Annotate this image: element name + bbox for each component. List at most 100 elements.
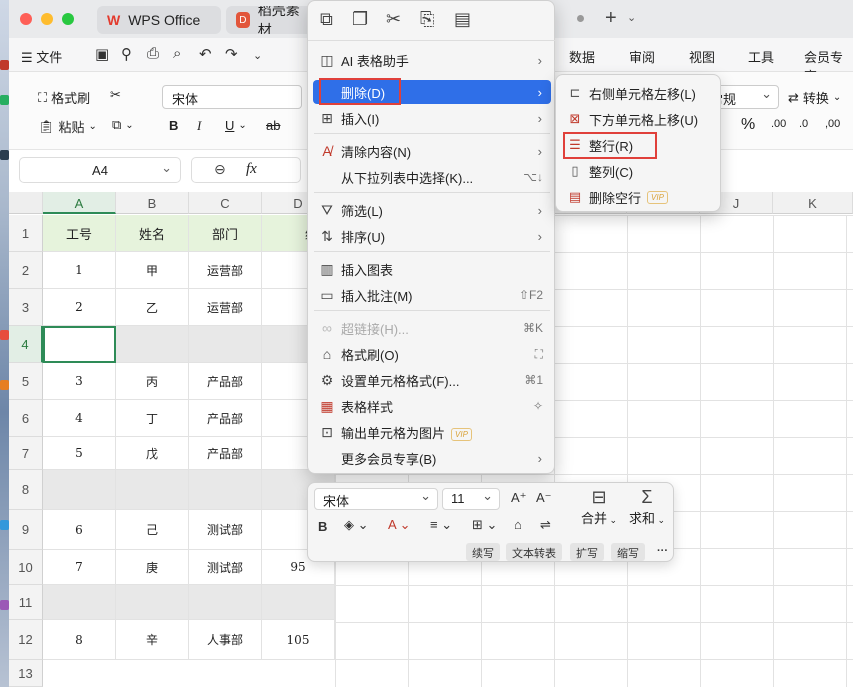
chevron-down-icon[interactable]: ⌄ xyxy=(253,49,262,62)
menu-item-more-member[interactable]: 更多会员专享(B) › xyxy=(313,446,551,470)
bold-button[interactable]: B xyxy=(318,519,327,534)
save-icon[interactable]: ▣ xyxy=(95,45,109,63)
table-cell[interactable]: 产品部 xyxy=(189,437,262,470)
table-cell[interactable]: 运营部 xyxy=(189,252,262,289)
submenu-item-delete-empty-rows[interactable]: ▤ 删除空行 VIP xyxy=(561,185,717,209)
row-header[interactable]: 2 xyxy=(9,252,43,289)
minimize-window-button[interactable] xyxy=(41,13,53,25)
row-header[interactable]: 9 xyxy=(9,510,43,550)
menu-item-export-image[interactable]: ⊡ 输出单元格为图片 VIP xyxy=(313,420,551,444)
cut-button[interactable]: ✂ xyxy=(110,87,121,103)
row-header[interactable]: 11 xyxy=(9,585,43,620)
table-cell[interactable]: 1 xyxy=(43,252,116,289)
strikethrough-button[interactable]: ab xyxy=(266,118,280,133)
menu-item-insert-comment[interactable]: ▭ 插入批注(M) ⇧F2 xyxy=(313,283,551,307)
table-cell[interactable]: 测试部 xyxy=(189,550,262,585)
table-cell[interactable]: 105 xyxy=(262,620,335,660)
table-cell[interactable]: 甲 xyxy=(116,252,189,289)
table-cell[interactable]: 6 xyxy=(43,510,116,550)
table-cell[interactable]: 庚 xyxy=(116,550,189,585)
row-header[interactable]: 7 xyxy=(9,437,43,470)
format-painter-icon[interactable]: ⌂ xyxy=(514,517,522,532)
font-color-icon[interactable]: A ⌄ xyxy=(388,517,410,533)
menu-item-insert-chart[interactable]: ▥ 插入图表 xyxy=(313,257,551,281)
name-box[interactable]: A4 xyxy=(19,157,181,183)
table-cell[interactable]: 乙 xyxy=(116,289,189,326)
tab-review[interactable]: 审阅 xyxy=(629,47,655,66)
scissors-icon[interactable]: ✂ xyxy=(386,9,401,30)
table-cell[interactable]: 7 xyxy=(43,550,116,585)
thousands-icon[interactable]: ,00 xyxy=(825,118,840,130)
table-cell[interactable] xyxy=(116,326,189,363)
table-cell[interactable]: 8 xyxy=(43,620,116,660)
corner-select-all[interactable] xyxy=(9,192,43,214)
condense-button[interactable]: 缩写 xyxy=(611,543,645,561)
row-header[interactable]: 1 xyxy=(9,215,43,252)
close-window-button[interactable] xyxy=(20,13,32,25)
table-cell[interactable]: 运营部 xyxy=(189,289,262,326)
table-cell[interactable] xyxy=(262,585,335,620)
zoom-icon[interactable]: ⊖ xyxy=(214,161,226,178)
copy-icon[interactable]: ⧉ xyxy=(320,9,333,30)
column-header-k[interactable]: K xyxy=(773,192,853,214)
table-cell[interactable]: 丙 xyxy=(116,363,189,400)
row-header[interactable]: 5 xyxy=(9,363,43,400)
row-header[interactable]: 13 xyxy=(9,660,43,687)
table-cell[interactable]: 测试部 xyxy=(189,510,262,550)
table-cell[interactable]: 4 xyxy=(43,400,116,437)
tab-docer[interactable]: D 稻壳素材 xyxy=(226,6,316,34)
active-cell-a4[interactable] xyxy=(43,326,116,363)
more-options-button[interactable]: ··· xyxy=(651,543,674,561)
tab-tools[interactable]: 工具 xyxy=(748,47,774,66)
fill-color-icon[interactable]: ◈ ⌄ xyxy=(344,517,369,533)
wrap-icon[interactable]: ⇌ xyxy=(540,517,551,533)
table-cell[interactable] xyxy=(189,585,262,620)
table-cell[interactable] xyxy=(116,470,189,510)
new-tab-button[interactable]: + xyxy=(605,7,617,30)
table-cell[interactable]: 3 xyxy=(43,363,116,400)
text-to-table-button[interactable]: 文本转表 xyxy=(506,543,562,561)
copy-button[interactable]: ⧉ ⌄ xyxy=(112,117,134,133)
table-cell[interactable]: 己 xyxy=(116,510,189,550)
ai-continue-button[interactable]: 续写 xyxy=(466,543,500,561)
header-cell[interactable]: 姓名 xyxy=(116,215,189,252)
font-name-select[interactable]: 宋体 xyxy=(162,85,302,109)
percent-button[interactable]: % xyxy=(741,116,755,134)
table-cell[interactable] xyxy=(43,470,116,510)
table-cell[interactable] xyxy=(189,470,262,510)
table-cell[interactable]: 人事部 xyxy=(189,620,262,660)
expand-button[interactable]: 扩写 xyxy=(570,543,604,561)
row-header[interactable]: 4 xyxy=(9,326,43,363)
row-header[interactable]: 3 xyxy=(9,289,43,326)
tab-data[interactable]: 数据 xyxy=(569,47,595,66)
header-cell[interactable]: 部门 xyxy=(189,215,262,252)
redo-icon[interactable]: ↷ xyxy=(225,45,238,63)
underline-button[interactable]: U ⌄ xyxy=(225,118,247,133)
tab-wps-office[interactable]: W WPS Office xyxy=(97,6,221,34)
print-preview-icon[interactable]: ⌕ xyxy=(173,45,181,62)
menu-item-format-cells[interactable]: ⚙ 设置单元格格式(F)... ⌘1 xyxy=(313,368,551,392)
align-icon[interactable]: ≡ ⌄ xyxy=(430,517,452,533)
print-icon[interactable]: ⎙ xyxy=(147,45,159,62)
convert-button[interactable]: ⇄ 转换 ⌄ xyxy=(788,88,841,107)
mini-size-select[interactable]: 11 xyxy=(442,488,500,510)
paste-special-icon[interactable]: ⎘ xyxy=(420,9,434,30)
submenu-item-entire-column[interactable]: ▯ 整列(C) xyxy=(561,159,717,183)
bold-button[interactable]: B xyxy=(169,118,178,133)
table-cell[interactable]: 丁 xyxy=(116,400,189,437)
menu-item-format-painter[interactable]: ⌂ 格式刷(O) ⛶ xyxy=(313,342,551,366)
row-header[interactable]: 6 xyxy=(9,400,43,437)
zoom-window-button[interactable] xyxy=(62,13,74,25)
border-icon[interactable]: ⊞ ⌄ xyxy=(472,517,497,533)
table-cell[interactable] xyxy=(189,326,262,363)
file-menu-button[interactable]: ☰ 文件 xyxy=(21,47,62,66)
table-cell[interactable]: 产品部 xyxy=(189,363,262,400)
merge-button[interactable]: ⊟ 合并 ⌄ xyxy=(580,487,618,527)
submenu-item-shift-left[interactable]: ⊏ 右侧单元格左移(L) xyxy=(561,81,717,105)
row-header[interactable]: 8 xyxy=(9,470,43,510)
paste-values-icon[interactable]: ▤ xyxy=(454,9,471,30)
header-cell[interactable]: 工号 xyxy=(43,215,116,252)
increase-decimal-icon[interactable]: .00 xyxy=(771,118,786,130)
table-cell[interactable]: 2 xyxy=(43,289,116,326)
table-cell[interactable]: 5 xyxy=(43,437,116,470)
